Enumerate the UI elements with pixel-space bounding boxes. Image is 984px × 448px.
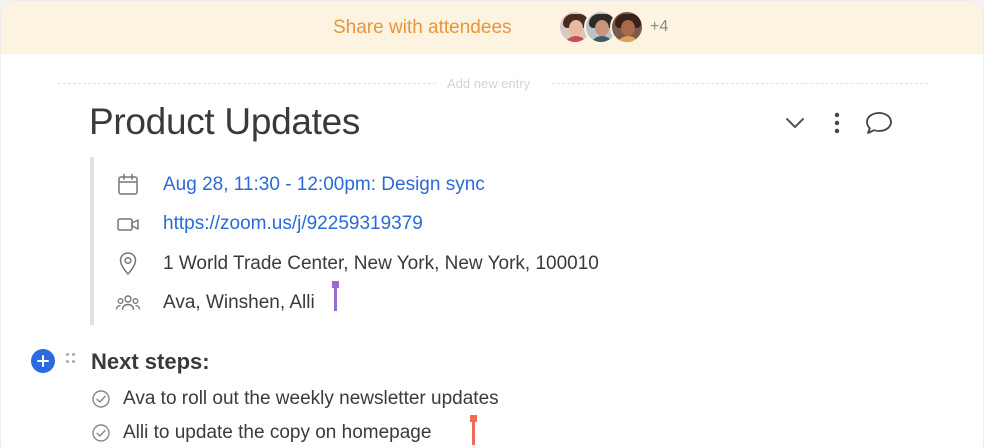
drag-handle-icon[interactable] <box>66 353 78 367</box>
share-bar: Share with attendees +4 <box>1 1 983 54</box>
avatar[interactable] <box>610 10 644 44</box>
collaborator-cursor <box>332 281 339 311</box>
meta-row-video: https://zoom.us/j/92259319379 <box>115 211 423 237</box>
meta-row-attendees: Ava, Winshen, Alli <box>115 290 315 316</box>
calendar-icon <box>115 172 141 198</box>
zoom-link[interactable]: https://zoom.us/j/92259319379 <box>163 213 423 235</box>
more-attendees-count[interactable]: +4 <box>650 18 668 36</box>
location-text[interactable]: 1 World Trade Center, New York, New York… <box>163 253 599 275</box>
check-circle-icon[interactable] <box>91 389 111 409</box>
task-text[interactable]: Alli to update the copy on homepage <box>123 422 431 444</box>
share-with-attendees-button[interactable]: Share with attendees <box>333 17 512 39</box>
meta-row-location: 1 World Trade Center, New York, New York… <box>115 251 599 277</box>
add-new-entry-divider[interactable]: Add new entry <box>58 75 928 91</box>
task-item: Alli to update the copy on homepage <box>91 421 431 445</box>
note-card: Share with attendees +4 Add new entry Pr… <box>0 0 984 448</box>
attendees-text[interactable]: Ava, Winshen, Alli <box>163 292 315 314</box>
add-block-button[interactable] <box>31 349 55 373</box>
video-camera-icon <box>115 211 141 237</box>
task-item: Ava to roll out the weekly newsletter up… <box>91 387 499 411</box>
speech-bubble-icon <box>866 112 892 134</box>
event-link[interactable]: Aug 28, 11:30 - 12:00pm: Design sync <box>163 174 485 196</box>
meta-block-bar <box>90 157 94 325</box>
people-group-icon <box>115 290 141 316</box>
collapse-button[interactable] <box>781 109 809 137</box>
check-circle-icon[interactable] <box>91 423 111 443</box>
add-new-entry-label: Add new entry <box>447 76 531 91</box>
task-text[interactable]: Ava to roll out the weekly newsletter up… <box>123 388 499 410</box>
next-steps-heading[interactable]: Next steps: <box>91 349 210 375</box>
location-pin-icon <box>115 251 141 277</box>
entry-title[interactable]: Product Updates <box>89 101 360 143</box>
more-vertical-icon <box>834 112 840 134</box>
meta-row-event: Aug 28, 11:30 - 12:00pm: Design sync <box>115 172 485 198</box>
chevron-down-icon <box>786 118 804 128</box>
collaborator-cursor <box>470 415 477 445</box>
comment-button[interactable] <box>863 108 895 138</box>
plus-icon <box>37 355 49 367</box>
more-options-button[interactable] <box>823 109 851 137</box>
